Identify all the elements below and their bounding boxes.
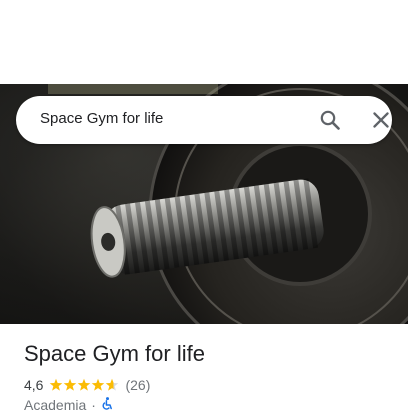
- review-count[interactable]: (26): [125, 377, 150, 393]
- star-icon: [78, 378, 91, 391]
- star-icon: [50, 378, 63, 391]
- place-title: Space Gym for life: [24, 341, 205, 366]
- top-blank-area: [0, 0, 408, 84]
- rating-stars: [49, 378, 119, 392]
- place-category: Academia: [24, 397, 87, 413]
- star-icon: [64, 378, 77, 391]
- search-input[interactable]: Space Gym for life: [40, 110, 163, 127]
- search-bar[interactable]: Space Gym for life: [16, 96, 392, 144]
- close-icon[interactable]: [369, 108, 393, 132]
- category-row: Academia ·: [24, 397, 113, 413]
- search-icon[interactable]: [318, 108, 342, 132]
- separator-dot: ·: [91, 397, 96, 413]
- star-icon: [92, 378, 105, 391]
- star-icon: [50, 378, 119, 391]
- wheelchair-icon: [101, 397, 113, 413]
- rating-row[interactable]: 4,6 (26): [24, 376, 150, 394]
- rating-value: 4,6: [24, 377, 44, 393]
- star-icon: [106, 378, 119, 391]
